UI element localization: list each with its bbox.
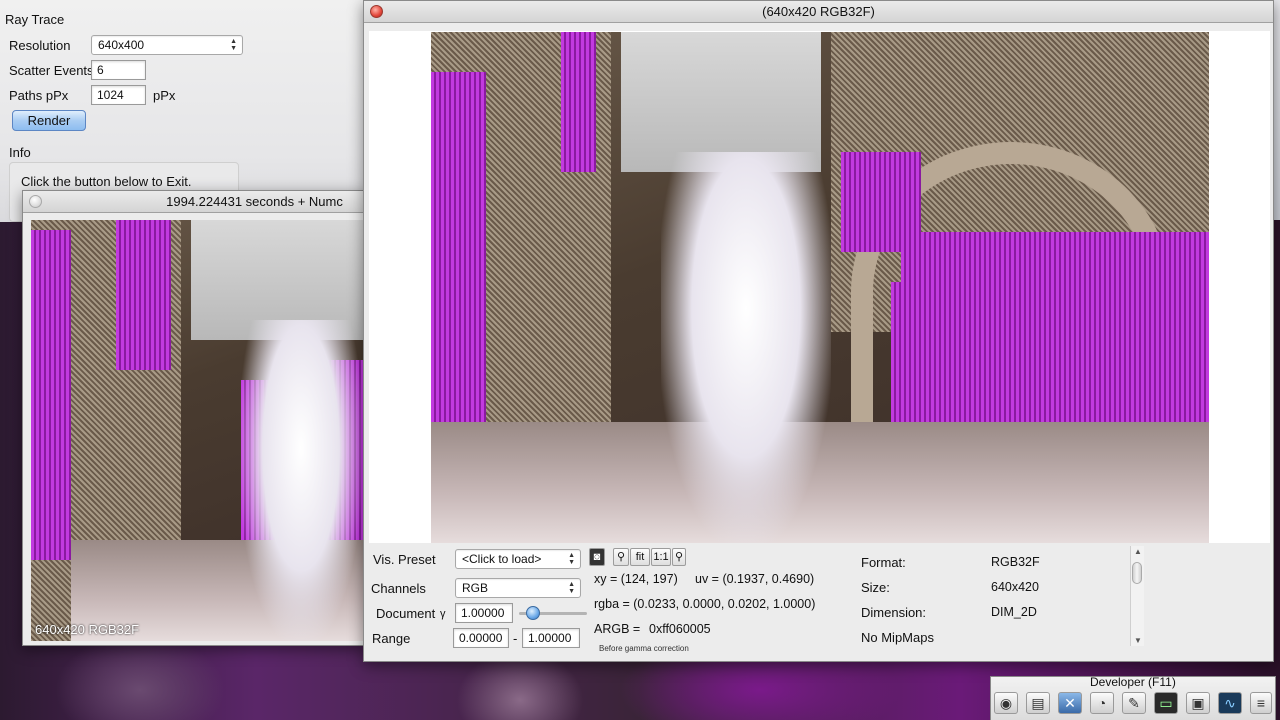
vis-preset-label: Vis. Preset (373, 552, 436, 567)
select-arrows-icon: ▲ ▼ (568, 552, 575, 566)
channels-select[interactable]: RGB ▲ ▼ (455, 578, 581, 598)
inspector-scrollbar[interactable] (1130, 546, 1144, 646)
main-render-image[interactable] (431, 32, 1209, 543)
fit-button[interactable]: fit (630, 548, 650, 566)
channels-value: RGB (462, 581, 489, 595)
argb-label: ARGB = (594, 622, 641, 636)
gamma-slider-knob[interactable] (526, 606, 540, 620)
channels-label: Channels (371, 581, 426, 596)
vis-preset-value: <Click to load> (462, 552, 542, 566)
select-arrows-icon: ▲ ▼ (230, 38, 237, 52)
image-title: (640x420 RGB32F) (762, 4, 875, 19)
range-min-input[interactable]: 0.00000 (453, 628, 509, 648)
argb-value: 0xff060005 (649, 622, 711, 636)
preview-titlebar[interactable]: 1994.224431 seconds + Numc (23, 191, 366, 213)
gamma-symbol: γ (440, 608, 446, 620)
probe-icon[interactable]: ⚲ (672, 548, 686, 566)
rgba-readout: rgba = (0.0233, 0.0000, 0.0202, 1.0000) (594, 597, 816, 611)
one-to-one-button[interactable]: 1:1 (651, 548, 671, 566)
tools-icon[interactable]: ✕ (1058, 692, 1082, 714)
document-icon[interactable]: ≡ (1250, 692, 1272, 714)
select-arrows-icon: ▲ ▼ (568, 581, 575, 595)
size-value: 640x420 (991, 580, 1039, 594)
gauge-icon[interactable]: ◔ (1090, 692, 1114, 714)
mipmaps-label: No MipMaps (861, 630, 934, 645)
paths-ppx-input[interactable]: 1024 (91, 85, 146, 105)
pin-icon[interactable]: ⚲ (613, 548, 629, 566)
render-button[interactable]: Render (12, 110, 86, 131)
resolution-value: 640x400 (98, 38, 145, 52)
panel-title: Ray Trace (5, 12, 65, 27)
info-text: Click the button below to Exit. (21, 174, 192, 189)
clapper-icon[interactable]: ▤ (1026, 692, 1050, 714)
preview-window: 1994.224431 seconds + Numc 640x420 RGB32… (22, 190, 367, 646)
uv-readout: uv = (0.1937, 0.4690) (695, 572, 815, 586)
windows-icon[interactable]: ▣ (1186, 692, 1210, 714)
preview-overlay-label: 640x420 RGB32F (35, 622, 140, 637)
gamma-note: Before gamma correction (599, 644, 689, 653)
scatter-events-input[interactable]: 6 (91, 60, 146, 80)
range-separator: - (513, 631, 518, 646)
note-icon[interactable]: ✎ (1122, 692, 1146, 714)
preview-title: 1994.224431 seconds + Numc (166, 194, 343, 209)
document-label: Document (376, 606, 436, 621)
dimension-value: DIM_2D (991, 605, 1037, 619)
format-label: Format: (861, 555, 906, 570)
paths-unit-label: pPx (153, 88, 176, 103)
paths-ppx-label: Paths pPx (9, 88, 69, 103)
inspector-scroll-thumb[interactable] (1132, 562, 1142, 584)
scroll-up-icon[interactable]: ▲ (1134, 547, 1142, 556)
format-value: RGB32F (991, 555, 1040, 569)
image-titlebar[interactable]: (640x420 RGB32F) (364, 1, 1273, 23)
monitor-icon[interactable]: ∿ (1218, 692, 1242, 714)
info-label: Info (9, 145, 31, 160)
dimension-label: Dimension: (861, 605, 927, 620)
xy-readout: xy = (124, 197) (594, 572, 678, 586)
resolution-label: Resolution (9, 38, 71, 53)
scatter-events-label: Scatter Events (9, 63, 94, 78)
scroll-down-icon[interactable]: ▼ (1134, 636, 1142, 645)
close-icon[interactable] (29, 195, 42, 208)
resolution-select[interactable]: 640x400 ▲ ▼ (91, 35, 243, 55)
close-icon[interactable] (370, 5, 383, 18)
vis-preset-select[interactable]: <Click to load> ▲ ▼ (455, 549, 581, 569)
gamma-input[interactable]: 1.00000 (455, 603, 513, 623)
size-label: Size: (861, 580, 890, 595)
camera-icon[interactable]: ◉ (994, 692, 1018, 714)
developer-title: Developer (F11) (1090, 675, 1176, 689)
range-max-input[interactable]: 1.00000 (522, 628, 580, 648)
range-label: Range (372, 631, 411, 646)
preview-render-image: 640x420 RGB32F (31, 220, 363, 641)
pick-color-icon[interactable]: ◙ (589, 548, 605, 566)
terminal-icon[interactable]: ▭ (1154, 692, 1178, 714)
